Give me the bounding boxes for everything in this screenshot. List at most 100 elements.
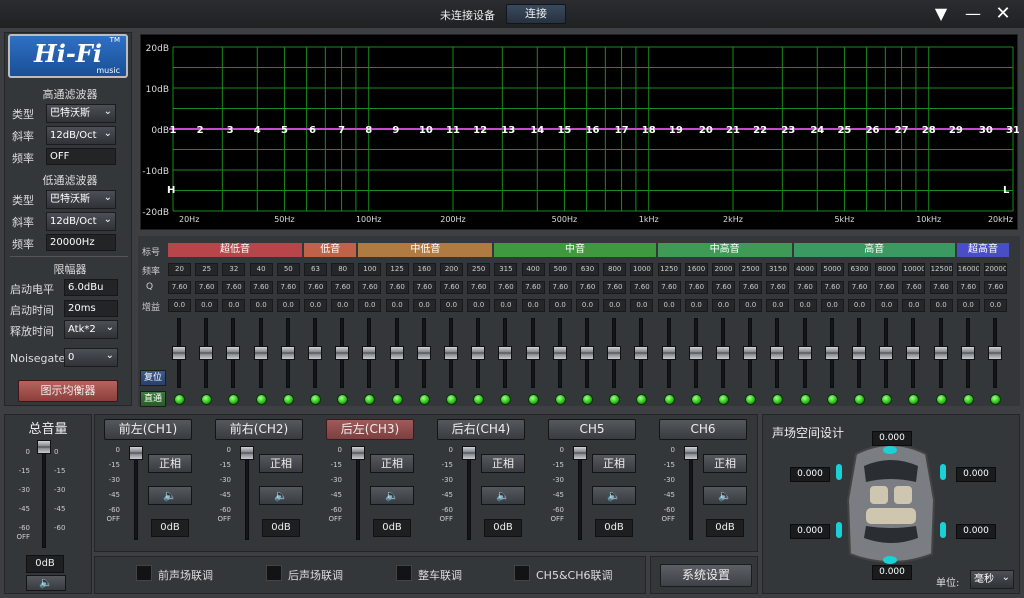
band-fader-knob[interactable] <box>960 346 975 360</box>
channel-phase-button[interactable]: 正相 <box>148 454 192 473</box>
channel-mute-button[interactable]: 🔈 <box>370 486 414 505</box>
band-gain-cell[interactable]: 0.0 <box>657 299 681 312</box>
band-freq-cell[interactable]: 32 <box>222 263 246 276</box>
band-number-label[interactable]: 31 <box>1006 125 1020 136</box>
band-gain-cell[interactable]: 0.0 <box>576 299 599 312</box>
band-q-cell[interactable]: 7.60 <box>440 281 463 294</box>
link-checkbox[interactable] <box>396 565 412 581</box>
band-fader-knob[interactable] <box>906 346 921 360</box>
delay-front-right[interactable]: 0.000 <box>956 467 996 482</box>
band-gain-cell[interactable]: 0.0 <box>848 299 871 312</box>
master-fader-knob[interactable] <box>37 440 51 454</box>
band-gain-cell[interactable]: 0.0 <box>304 299 327 312</box>
band-number-label[interactable]: 15 <box>557 125 571 136</box>
band-number-label[interactable]: 25 <box>837 125 851 136</box>
band-gain-cell[interactable]: 0.0 <box>875 299 899 312</box>
band-number-label[interactable]: 6 <box>309 125 316 136</box>
band-number-label[interactable]: 10 <box>419 125 433 136</box>
highpass-type-select[interactable]: 巴特沃斯 <box>46 103 116 123</box>
channel-fader-track[interactable] <box>578 446 582 540</box>
band-gain-cell[interactable]: 0.0 <box>249 299 273 312</box>
band-enable-led[interactable] <box>391 394 403 405</box>
band-number-label[interactable]: 5 <box>281 125 288 136</box>
band-enable-led[interactable] <box>826 394 838 405</box>
band-enable-led[interactable] <box>690 394 702 405</box>
band-enable-led[interactable] <box>718 394 729 405</box>
band-freq-cell[interactable]: 63 <box>304 263 327 276</box>
highpass-freq-field[interactable]: OFF <box>46 148 116 165</box>
band-q-cell[interactable]: 7.60 <box>467 281 491 294</box>
band-gain-cell[interactable]: 0.0 <box>440 299 463 312</box>
band-q-cell[interactable]: 7.60 <box>603 281 627 294</box>
band-freq-cell[interactable]: 630 <box>576 263 599 276</box>
band-gain-cell[interactable]: 0.0 <box>603 299 627 312</box>
band-fader-knob[interactable] <box>552 346 567 360</box>
band-number-label[interactable]: 1 <box>170 125 177 136</box>
band-freq-cell[interactable]: 2500 <box>739 263 763 276</box>
system-settings-button[interactable]: 系统设置 <box>660 564 752 587</box>
band-enable-led[interactable] <box>582 394 593 405</box>
channel-phase-button[interactable]: 正相 <box>703 454 747 473</box>
band-number-label[interactable]: 29 <box>949 125 963 136</box>
channel-phase-button[interactable]: 正相 <box>481 454 525 473</box>
band-gain-cell[interactable]: 0.0 <box>276 299 300 312</box>
band-fader-knob[interactable] <box>879 346 894 360</box>
band-q-cell[interactable]: 7.60 <box>902 281 926 294</box>
band-freq-cell[interactable]: 20 <box>168 263 191 276</box>
band-gain-cell[interactable]: 0.0 <box>358 299 382 312</box>
band-q-cell[interactable]: 7.60 <box>249 281 273 294</box>
channel-mute-button[interactable]: 🔈 <box>148 486 192 505</box>
band-q-cell[interactable]: 7.60 <box>385 281 409 294</box>
band-freq-cell[interactable]: 3150 <box>766 263 790 276</box>
band-number-label[interactable]: 26 <box>866 125 880 136</box>
band-enable-led[interactable] <box>935 394 947 405</box>
band-number-label[interactable]: 27 <box>895 125 909 136</box>
bypass-button[interactable]: 直通 <box>140 391 166 407</box>
band-enable-led[interactable] <box>418 394 430 405</box>
band-number-label[interactable]: 11 <box>446 125 460 136</box>
band-fader-knob[interactable] <box>743 346 758 360</box>
delay-rear-left[interactable]: 0.000 <box>790 524 830 539</box>
band-freq-cell[interactable]: 50 <box>276 263 300 276</box>
band-freq-cell[interactable]: 1000 <box>630 263 654 276</box>
band-enable-led[interactable] <box>554 394 566 405</box>
band-number-label[interactable]: 21 <box>726 125 740 136</box>
band-fader-knob[interactable] <box>308 346 322 360</box>
band-freq-cell[interactable]: 25 <box>195 263 219 276</box>
band-fader-knob[interactable] <box>770 346 785 360</box>
band-gain-cell[interactable]: 0.0 <box>929 299 953 312</box>
band-fader-knob[interactable] <box>988 346 1002 360</box>
band-freq-cell[interactable]: 1600 <box>684 263 708 276</box>
highpass-marker[interactable]: H <box>167 185 175 196</box>
band-enable-led[interactable] <box>446 394 457 405</box>
band-q-cell[interactable]: 7.60 <box>657 281 681 294</box>
band-q-cell[interactable]: 7.60 <box>494 281 518 294</box>
delay-rear-right[interactable]: 0.000 <box>956 524 996 539</box>
band-number-label[interactable]: 23 <box>781 125 795 136</box>
band-enable-led[interactable] <box>282 394 294 405</box>
band-fader-knob[interactable] <box>933 346 948 360</box>
band-enable-led[interactable] <box>174 394 185 405</box>
band-gain-cell[interactable]: 0.0 <box>630 299 654 312</box>
band-freq-cell[interactable]: 100 <box>358 263 382 276</box>
channel-select-button[interactable]: CH5 <box>548 419 636 440</box>
channel-fader-knob[interactable] <box>240 446 254 460</box>
band-gain-cell[interactable]: 0.0 <box>548 299 572 312</box>
minimize-icon[interactable]: — <box>962 3 984 25</box>
band-freq-cell[interactable]: 315 <box>494 263 518 276</box>
band-q-cell[interactable]: 7.60 <box>168 281 191 294</box>
band-enable-led[interactable] <box>854 394 865 405</box>
reset-button[interactable]: 复位 <box>140 370 166 386</box>
band-number-label[interactable]: 14 <box>530 125 544 136</box>
band-gain-cell[interactable]: 0.0 <box>494 299 518 312</box>
band-number-label[interactable]: 22 <box>753 125 767 136</box>
channel-fader-track[interactable] <box>467 446 471 540</box>
band-q-cell[interactable]: 7.60 <box>712 281 735 294</box>
band-q-cell[interactable]: 7.60 <box>521 281 545 294</box>
band-freq-cell[interactable]: 160 <box>412 263 436 276</box>
band-fader-knob[interactable] <box>389 346 404 360</box>
band-fader-knob[interactable] <box>498 346 513 360</box>
master-fader-track[interactable] <box>42 440 46 548</box>
band-fader-knob[interactable] <box>444 346 458 360</box>
band-gain-cell[interactable]: 0.0 <box>195 299 219 312</box>
